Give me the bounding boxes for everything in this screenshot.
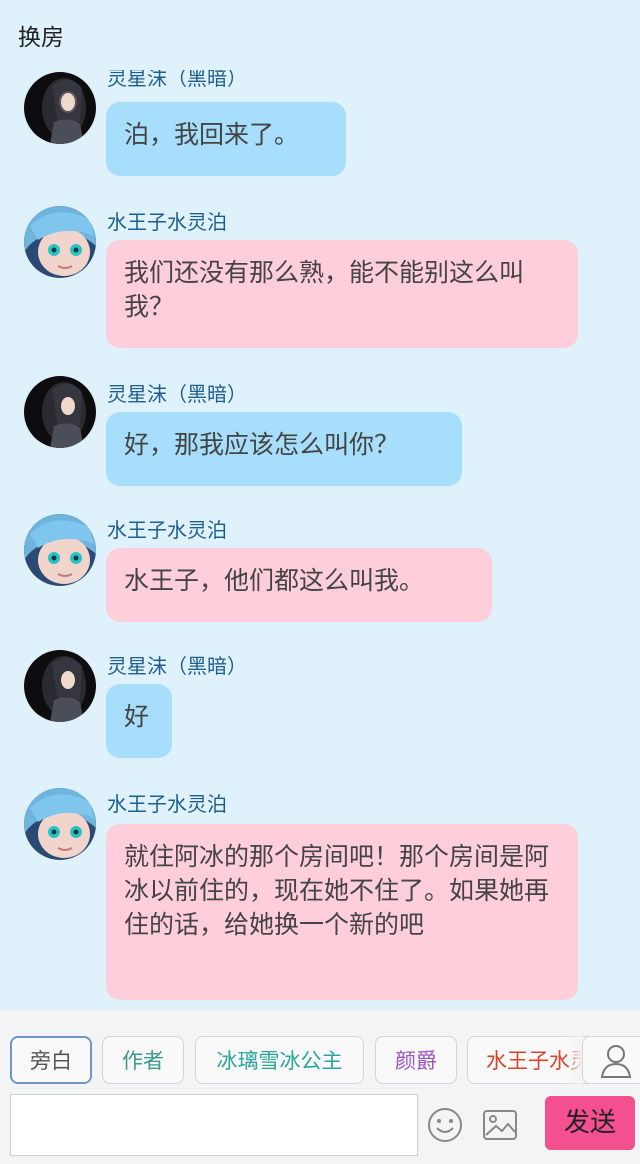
prince-avatar[interactable] xyxy=(24,514,96,586)
composer-panel: 旁白 作者 冰璃雪冰公主 颜爵 水王子水灵泊 发送 xyxy=(0,1010,640,1164)
character-selector: 旁白 作者 冰璃雪冰公主 颜爵 水王子水灵泊 xyxy=(0,1036,640,1088)
chip-overflow-fade xyxy=(566,1036,582,1088)
prince-avatar[interactable] xyxy=(24,206,96,278)
image-icon xyxy=(483,1110,517,1140)
message-bubble[interactable]: 就住阿冰的那个房间吧！那个房间是阿冰以前住的，现在她不住了。如果她再住的话，给她… xyxy=(106,824,578,1000)
smiley-icon xyxy=(428,1108,462,1142)
sender-name: 灵星沫（黑暗） xyxy=(107,382,247,406)
page-title: 换房 xyxy=(18,25,64,51)
sender-name: 水王子水灵泊 xyxy=(107,210,227,234)
sender-name: 灵星沫（黑暗） xyxy=(107,654,247,678)
prince-avatar[interactable] xyxy=(24,788,96,860)
image-button[interactable] xyxy=(482,1108,518,1142)
message-bubble[interactable]: 水王子，他们都这么叫我。 xyxy=(106,548,492,622)
character-chip-author[interactable]: 作者 xyxy=(102,1036,184,1084)
girl-avatar[interactable] xyxy=(24,376,96,448)
message-bubble[interactable]: 好 xyxy=(106,684,172,758)
character-chip-bingli[interactable]: 冰璃雪冰公主 xyxy=(195,1036,364,1084)
chat-list[interactable]: 灵星沫（黑暗） 泊，我回来了。 水王子水灵泊 我们还没有那么熟，能不能别这么叫我… xyxy=(0,70,640,1010)
user-button[interactable] xyxy=(582,1036,640,1084)
character-chip-narration[interactable]: 旁白 xyxy=(10,1036,92,1084)
sender-name: 水王子水灵泊 xyxy=(107,792,227,816)
sender-name: 灵星沫（黑暗） xyxy=(107,70,247,90)
header: 换房 xyxy=(0,0,640,70)
sender-name: 水王子水灵泊 xyxy=(107,518,227,542)
girl-avatar[interactable] xyxy=(24,650,96,722)
message-bubble[interactable]: 好，那我应该怎么叫你？ xyxy=(106,412,462,486)
send-button[interactable]: 发送 xyxy=(545,1096,635,1150)
girl-avatar[interactable] xyxy=(24,72,96,144)
character-chip-yanjue[interactable]: 颜爵 xyxy=(375,1036,457,1084)
message-bubble[interactable]: 泊，我回来了。 xyxy=(106,102,346,176)
message-bubble[interactable]: 我们还没有那么熟，能不能别这么叫我？ xyxy=(106,240,578,348)
emoji-button[interactable] xyxy=(426,1106,464,1144)
user-icon xyxy=(600,1045,632,1078)
message-input[interactable] xyxy=(10,1094,418,1156)
